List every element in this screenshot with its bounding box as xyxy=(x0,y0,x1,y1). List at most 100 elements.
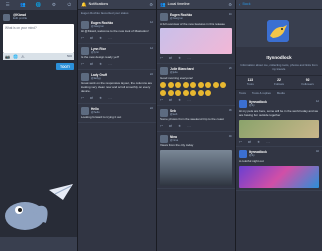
boost-icon[interactable]: ⇄ xyxy=(90,96,93,101)
status-handle: @ladyg xyxy=(91,76,101,81)
gear-icon[interactable]: ⚙ xyxy=(50,1,58,9)
status-time: 1d xyxy=(315,99,319,104)
reply-icon[interactable]: ↩ xyxy=(160,124,163,129)
avatar[interactable] xyxy=(160,134,168,143)
status-item[interactable]: Julie Blanchard @julie 2h Good morning ev… xyxy=(157,64,235,106)
star-icon[interactable]: ★ xyxy=(178,56,181,61)
avatar[interactable] xyxy=(3,13,10,21)
bird-icon xyxy=(267,20,289,42)
media-attachment[interactable] xyxy=(160,28,232,55)
avatar[interactable] xyxy=(160,13,168,21)
status-item[interactable]: Hello @hello 2d Looking forward to trying… xyxy=(78,104,156,124)
avatar[interactable] xyxy=(160,108,168,117)
char-count: 500 xyxy=(66,53,72,58)
more-icon[interactable]: … xyxy=(108,62,112,67)
back-link[interactable]: Back xyxy=(243,2,251,7)
more-icon[interactable]: … xyxy=(108,36,112,41)
status-item[interactable]: Itynnodlock @ity 1d Hi my pets are here, … xyxy=(236,97,322,148)
more-icon[interactable]: … xyxy=(187,98,191,103)
status-item[interactable]: Lynn Rice @lynn 1d Is the new design read… xyxy=(78,44,156,70)
avatar[interactable] xyxy=(81,46,89,55)
star-icon[interactable]: ★ xyxy=(178,98,181,103)
status-item[interactable]: Lady Gruff @ladyg 2d Great work on the re… xyxy=(78,70,156,104)
status-item[interactable]: Eugen Rochko @Gargron 1h A full overview … xyxy=(157,10,235,65)
profile-tabs: Toots Toots & replies Media xyxy=(236,90,322,98)
star-icon[interactable]: ★ xyxy=(99,62,102,67)
warning-icon[interactable]: ⚠ xyxy=(21,54,25,59)
status-handle: @lynn xyxy=(91,49,99,54)
more-icon[interactable]: … xyxy=(108,96,112,101)
more-icon[interactable]: … xyxy=(187,56,191,61)
stat-follows[interactable]: 22 Follows xyxy=(265,76,294,88)
star-icon[interactable]: ★ xyxy=(99,36,102,41)
avatar[interactable] xyxy=(160,67,168,76)
media-attachment[interactable] xyxy=(239,165,319,188)
reply-icon[interactable]: ↩ xyxy=(160,98,163,103)
status-handle: @seb xyxy=(170,111,178,116)
status-item[interactable]: Eugen Rochko @Gargron 1d Hi @Klowd, welco… xyxy=(78,18,156,44)
logout-icon[interactable]: ⏻ xyxy=(65,1,73,9)
status-handle: @ity xyxy=(249,103,255,108)
status-time: 2d xyxy=(149,105,153,110)
media-attachment[interactable] xyxy=(239,119,319,138)
profile-column: ‹ Back Itynnodlock Information about me,… xyxy=(236,0,322,251)
status-time: 2h xyxy=(228,66,232,71)
status-text: Views from the city today xyxy=(160,143,194,148)
toot-button[interactable]: TOOT! xyxy=(56,63,74,71)
tab-media[interactable]: Media xyxy=(277,91,285,96)
boost-icon[interactable]: ⇄ xyxy=(90,36,93,41)
status-handle: @Gargron xyxy=(170,16,184,21)
column-header[interactable]: 🔔 Notifications ⚙ xyxy=(78,0,156,10)
status-text: Is the new design ready yet? xyxy=(81,55,120,60)
status-text: A full overview of the new features in t… xyxy=(160,21,225,26)
reply-icon[interactable]: ↩ xyxy=(239,140,242,145)
status-item[interactable]: Nina @nina 4h Views from the city today xyxy=(157,132,235,190)
boost-icon[interactable]: ⇄ xyxy=(169,124,172,129)
status-item[interactable]: Seb @seb 3h Some photos from the weekend … xyxy=(157,106,235,132)
boost-icon[interactable]: ⇄ xyxy=(169,56,172,61)
reply-icon[interactable]: ↩ xyxy=(81,36,84,41)
avatar[interactable] xyxy=(239,100,247,109)
star-icon[interactable]: ★ xyxy=(99,96,102,101)
status-item[interactable]: Itynnodlock @ity 3d A colorful night out xyxy=(236,147,322,191)
avatar[interactable] xyxy=(239,150,247,159)
more-icon[interactable]: … xyxy=(266,140,270,145)
boost-icon[interactable]: ⇄ xyxy=(248,140,251,145)
globe-icon[interactable]: 🌐 xyxy=(34,1,42,9)
profile-avatar[interactable] xyxy=(267,20,289,42)
media-attachment[interactable] xyxy=(160,150,232,187)
status-text: Hi @Klowd, welcome to the new look of Ma… xyxy=(81,29,149,34)
menu-icon[interactable]: ☰ xyxy=(4,1,12,9)
tab-toots[interactable]: Toots xyxy=(239,91,246,96)
globe-icon[interactable]: 🌐 xyxy=(13,54,18,59)
back-icon[interactable]: ‹ xyxy=(239,2,241,8)
settings-icon[interactable]: ⚙ xyxy=(228,2,232,7)
reply-icon[interactable]: ↩ xyxy=(81,96,84,101)
reply-icon[interactable]: ↩ xyxy=(81,62,84,67)
star-icon[interactable]: ★ xyxy=(178,124,181,129)
status-actions: ↩ ⇄ ★ … xyxy=(160,124,232,129)
star-icon[interactable]: ★ xyxy=(257,140,260,145)
column-header[interactable]: ‹ Back xyxy=(236,0,322,10)
status-time: 1h xyxy=(228,12,232,16)
edit-profile-link[interactable]: Edit profile xyxy=(13,16,27,21)
status-handle: @Gargron xyxy=(91,23,105,28)
column-header[interactable]: 👥 Local timeline ⚙ xyxy=(157,0,235,10)
settings-icon[interactable]: ⚙ xyxy=(149,2,153,7)
people-icon[interactable]: 👥 xyxy=(19,1,27,9)
avatar[interactable] xyxy=(81,20,89,29)
boost-icon[interactable]: ⇄ xyxy=(90,62,93,67)
tab-toots-replies[interactable]: Toots & replies xyxy=(252,91,271,96)
camera-icon[interactable]: 📷 xyxy=(5,54,10,59)
avatar[interactable] xyxy=(81,106,89,115)
avatar[interactable] xyxy=(81,72,89,81)
compose-textarea[interactable]: What is on your mind? xyxy=(3,24,74,54)
column-title: Notifications xyxy=(88,2,109,7)
stat-followers[interactable]: 92 Followers xyxy=(293,76,322,88)
reply-icon[interactable]: ↩ xyxy=(160,56,163,61)
stat-toots[interactable]: 113 Toots xyxy=(236,76,265,88)
timeline-column: 👥 Local timeline ⚙ Eugen Rochko @Gargron … xyxy=(157,0,235,251)
more-icon[interactable]: … xyxy=(187,124,191,129)
profile-bio: Information about me, collecting toots, … xyxy=(240,62,318,71)
boost-icon[interactable]: ⇄ xyxy=(169,98,172,103)
